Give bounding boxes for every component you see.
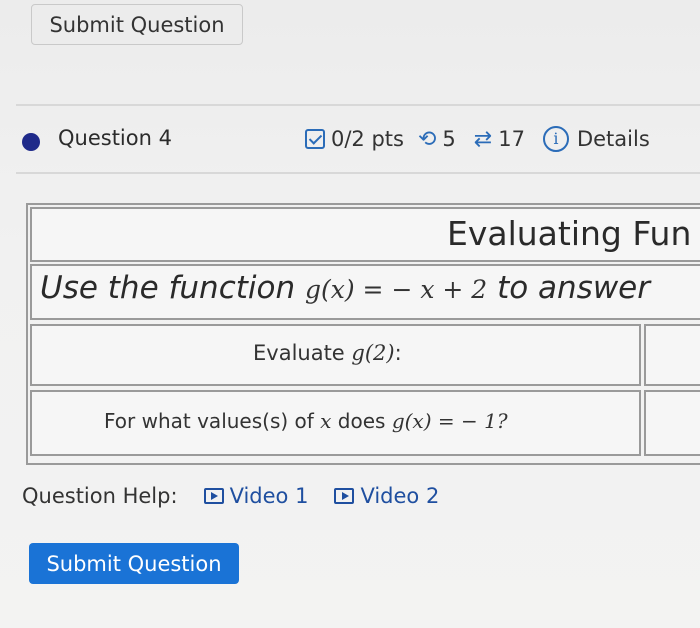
row1-math: g(2) [351,341,395,365]
divider-bottom [16,172,700,174]
video-1-link[interactable]: Video 1 [230,484,309,508]
row1-colon: : [394,341,402,365]
attempts-count: 17 [498,127,525,151]
submit-question-button-top[interactable]: Submit Question [31,4,243,45]
video-play-icon[interactable] [334,488,355,504]
row2-var: x [320,409,332,433]
question-title: Question 4 [58,126,172,150]
instruction-suffix: to answer [497,270,651,306]
table-heading: Evaluating Fun [447,214,692,253]
row2-q: ? [496,409,508,433]
instruction-rhs: − x + 2 [391,275,488,304]
row2-prefix: For what values(s) of [104,409,321,433]
answer-input-1[interactable] [644,324,700,386]
question-help: Question Help: Video 1 Video 2 [22,484,439,508]
question-status-dot [22,133,40,151]
row1-question: Evaluate g(2): [253,341,402,365]
instruction-prefix: Use the function [40,270,296,306]
submit-question-button[interactable]: Submit Question [29,543,239,584]
details-link[interactable]: Details [577,127,650,151]
row2-math: g(x) = − 1 [391,409,497,433]
help-label: Question Help: [22,484,178,508]
info-icon[interactable]: i [542,126,569,152]
instruction-text: Use the function g(x) = − x + 2 to answe… [40,270,650,306]
attempts-icon: ⇄ [473,126,493,152]
retries-count: 5 [442,127,456,151]
row1-label: Evaluate [253,341,352,365]
question-meta: 0/2 pts ⟲ 5 ⇄ 17 i Details [305,126,650,152]
row2-question: For what values(s) of x does g(x) = − 1? [104,409,508,433]
checkbox-icon [305,129,325,149]
video-play-icon[interactable] [203,488,224,504]
row2-mid: does [331,409,392,433]
answer-input-2[interactable] [644,390,700,456]
instruction-g: g(x) = [305,275,392,304]
retry-icon: ⟲ [417,126,437,152]
points-text: 0/2 pts [331,127,404,151]
divider-top [16,104,700,106]
video-2-link[interactable]: Video 2 [360,484,439,508]
